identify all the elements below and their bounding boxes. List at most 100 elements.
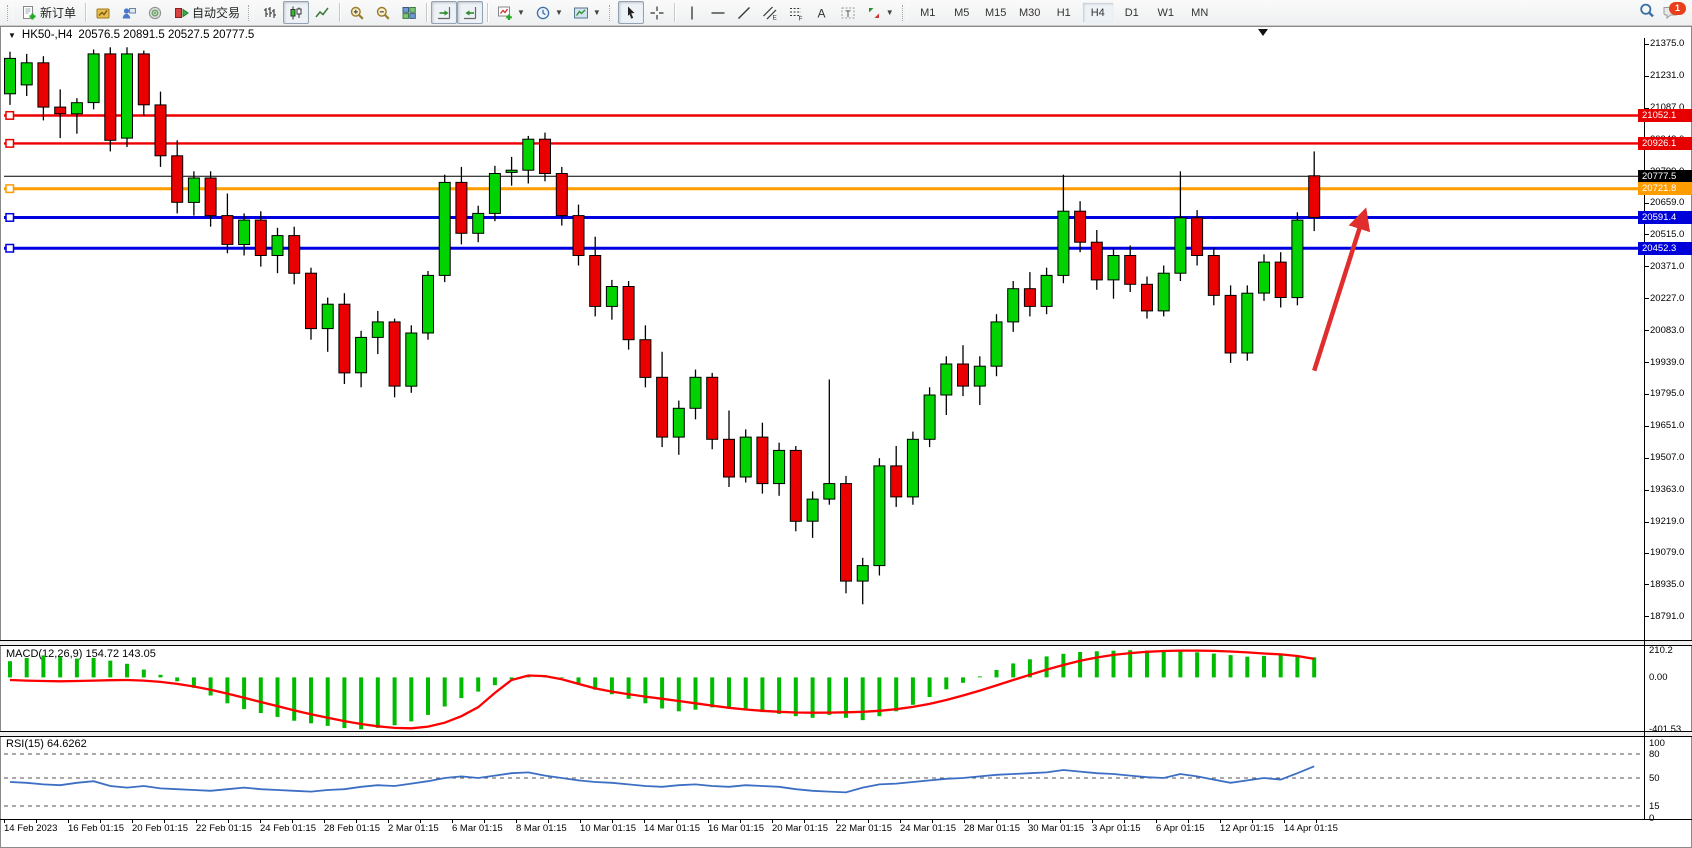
horizontal-line-tool-button[interactable] (705, 1, 731, 24)
time-axis-tick (1092, 820, 1093, 823)
bar-chart-button[interactable] (257, 1, 283, 24)
time-axis-label: 12 Apr 01:15 (1220, 823, 1274, 834)
trendline-icon (736, 5, 752, 21)
candlestick-chart-button[interactable] (283, 1, 309, 24)
chart-window: ▼ HK50-,H4 20576.5 20891.5 20527.5 20777… (0, 26, 1692, 848)
market-watch-button[interactable] (90, 1, 116, 24)
price-axis-label: 20659.0 (1650, 197, 1684, 208)
autotrading-icon (173, 5, 189, 21)
timeframe-button-D1[interactable]: D1 (1116, 2, 1148, 23)
time-axis-tick (484, 820, 485, 823)
main-toolbar: 新订单 自动交易 (0, 0, 1692, 26)
price-line-tag: 21052.1 (1638, 109, 1692, 122)
rsi-axis-label: 50 (1649, 773, 1660, 784)
templates-button[interactable]: ▼ (568, 1, 606, 24)
search-icon[interactable] (1638, 2, 1656, 23)
chevron-down-icon: ▼ (593, 8, 601, 17)
tile-windows-button[interactable] (396, 1, 422, 24)
arrows-tool-button[interactable]: ▼ (861, 1, 899, 24)
price-axis-tick (1644, 584, 1649, 585)
price-axis-label: 21375.0 (1650, 38, 1684, 49)
indicators-button[interactable]: ▼ (492, 1, 530, 24)
timeframe-button-M30[interactable]: M30 (1014, 2, 1046, 23)
price-axis-label: 19219.0 (1650, 516, 1684, 527)
time-axis-tick (420, 820, 421, 823)
price-axis-tick (1644, 203, 1649, 204)
toolbar-grip[interactable] (609, 5, 615, 21)
timeframe-group: M1M5M15M30H1H4D1W1MN (911, 2, 1217, 23)
price-axis-label: 19795.0 (1650, 388, 1684, 399)
crosshair-tool-button[interactable] (644, 1, 670, 24)
autotrading-button[interactable]: 自动交易 (168, 1, 245, 24)
price-axis-label: 20371.0 (1650, 261, 1684, 272)
timeframe-button-H1[interactable]: H1 (1048, 2, 1080, 23)
zoom-out-icon (375, 5, 391, 21)
macd-axis-label: 210.2 (1649, 645, 1673, 656)
timeframe-button-H4[interactable]: H4 (1082, 2, 1114, 23)
chart-shift-button[interactable] (457, 1, 483, 24)
time-axis-label: 14 Apr 01:15 (1284, 823, 1338, 834)
macd-indicator-pane[interactable] (4, 647, 1644, 731)
main-price-chart[interactable] (4, 38, 1644, 640)
timeframe-button-M1[interactable]: M1 (912, 2, 944, 23)
indicators-icon (497, 5, 513, 21)
time-axis-tick (900, 820, 901, 823)
time-axis-tick (100, 820, 101, 823)
channel-icon: E (762, 5, 778, 21)
clock-icon (535, 5, 551, 21)
horizontal-line-icon (710, 5, 726, 21)
periods-button[interactable]: ▼ (530, 1, 568, 24)
timeframe-button-M5[interactable]: M5 (946, 2, 978, 23)
new-order-button[interactable]: 新订单 (16, 1, 81, 24)
rsi-axis-label: 80 (1649, 749, 1660, 760)
price-axis-tick (1644, 426, 1649, 427)
auto-scroll-button[interactable] (431, 1, 457, 24)
price-axis-tick (1644, 522, 1649, 523)
text-tool-button[interactable]: A (809, 1, 835, 24)
fibonacci-tool-button[interactable]: F (783, 1, 809, 24)
notifications-button[interactable]: 1 (1662, 4, 1684, 22)
terminal-button[interactable] (142, 1, 168, 24)
terminal-icon (147, 5, 163, 21)
line-chart-button[interactable] (309, 1, 335, 24)
price-line-tag: 20591.4 (1638, 211, 1692, 224)
price-axis-label: 19079.0 (1650, 547, 1684, 558)
toolbar-grip[interactable] (7, 5, 13, 21)
timeframe-button-M15[interactable]: M15 (980, 2, 1012, 23)
toolbar-grip[interactable] (248, 5, 254, 21)
time-axis-label: 22 Feb 01:15 (196, 823, 252, 834)
timeframe-button-W1[interactable]: W1 (1150, 2, 1182, 23)
price-axis-tick (1644, 616, 1649, 617)
zoom-in-button[interactable] (344, 1, 370, 24)
toolbar-grip[interactable] (902, 5, 908, 21)
time-axis-label: 2 Mar 01:15 (388, 823, 439, 834)
trend-arrow-annotation (1314, 213, 1364, 370)
trendline-tool-button[interactable] (731, 1, 757, 24)
text-label-tool-button[interactable]: T (835, 1, 861, 24)
arrows-icon (866, 5, 882, 21)
rsi-indicator-pane[interactable] (4, 737, 1644, 819)
market-watch-icon (95, 5, 111, 21)
pane-separator[interactable] (0, 640, 1692, 646)
line-chart-icon (314, 5, 330, 21)
time-axis-label: 28 Feb 01:15 (324, 823, 380, 834)
price-axis-tick (1644, 298, 1649, 299)
toolbar-right-group: 1 (1638, 2, 1688, 23)
navigator-button[interactable] (116, 1, 142, 24)
timeframe-button-MN[interactable]: MN (1184, 2, 1216, 23)
time-axis-tick (356, 820, 357, 823)
zoom-out-button[interactable] (370, 1, 396, 24)
chevron-down-icon: ▼ (517, 8, 525, 17)
cursor-tool-button[interactable] (618, 1, 644, 24)
time-axis-label: 28 Mar 01:15 (964, 823, 1020, 834)
channel-tool-button[interactable]: E (757, 1, 783, 24)
price-axis-tick (1644, 234, 1649, 235)
time-axis-label: 24 Mar 01:15 (900, 823, 956, 834)
time-axis-tick (836, 820, 837, 823)
macd-axis-label: -401.53 (1649, 724, 1681, 735)
templates-icon (573, 5, 589, 21)
time-axis-tick (1060, 820, 1061, 823)
chart-shift-marker[interactable] (1258, 29, 1268, 36)
vertical-line-tool-button[interactable] (679, 1, 705, 24)
price-axis-tick (1644, 490, 1649, 491)
